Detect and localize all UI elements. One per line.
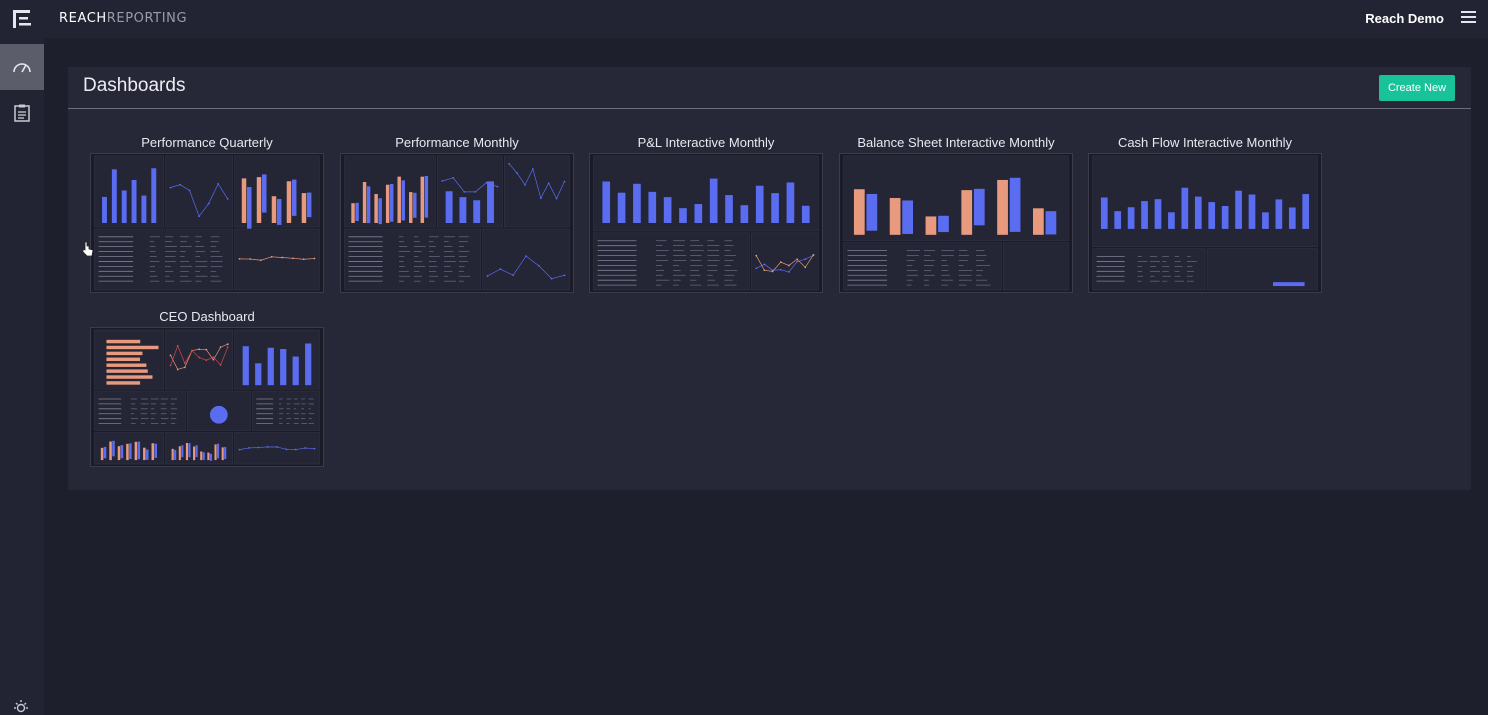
sidebar — [0, 38, 44, 715]
dashboard-card-ceo-dashboard[interactable]: CEO Dashboard — [90, 308, 324, 467]
dashboard-thumbnail — [589, 153, 823, 293]
divider — [68, 108, 1471, 109]
dashboard-thumbnail — [1088, 153, 1322, 293]
sun-icon[interactable] — [12, 697, 30, 715]
dashboard-card-cash-flow-interactive-monthly[interactable]: Cash Flow Interactive Monthly — [1088, 134, 1322, 293]
dashboard-title: Performance Quarterly — [141, 135, 273, 150]
hamburger-menu-icon[interactable] — [1461, 11, 1476, 25]
dashboard-thumbnail — [90, 327, 324, 467]
thumbnail-preview — [94, 155, 320, 291]
brand-name-bold: REACH — [59, 11, 107, 26]
thumbnail-preview — [94, 329, 320, 465]
dashboard-card-pl-interactive-monthly[interactable]: P&L Interactive Monthly — [589, 134, 823, 293]
dashboard-card-performance-quarterly[interactable]: Performance Quarterly — [90, 134, 324, 293]
thumbnail-preview — [344, 155, 570, 291]
thumbnail-preview — [593, 155, 819, 291]
sidebar-item-dashboards[interactable] — [0, 44, 44, 90]
dashboard-card-performance-monthly[interactable]: Performance Monthly — [340, 134, 574, 293]
top-bar: REACHREPORTING Reach Demo — [0, 0, 1488, 38]
sidebar-item-reports[interactable] — [0, 90, 44, 136]
dashboard-thumbnail — [839, 153, 1073, 293]
dashboard-thumbnail — [340, 153, 574, 293]
dashboard-card-balance-sheet-interactive-monthly[interactable]: Balance Sheet Interactive Monthly — [839, 134, 1073, 293]
clipboard-icon — [14, 104, 30, 122]
brand-name: REACHREPORTING — [59, 11, 187, 26]
user-name[interactable]: Reach Demo — [1365, 11, 1444, 26]
dashboard-title: Performance Monthly — [395, 135, 519, 150]
create-new-button[interactable]: Create New — [1379, 75, 1455, 101]
dashboard-thumbnail — [90, 153, 324, 293]
dashboard-title: P&L Interactive Monthly — [637, 135, 775, 150]
dashboard-title: Cash Flow Interactive Monthly — [1117, 135, 1293, 150]
dashboard-title: CEO Dashboard — [159, 309, 255, 324]
thumbnail-preview — [1092, 155, 1318, 291]
page-title: Dashboards — [83, 75, 186, 96]
thumbnail-preview — [843, 155, 1069, 291]
logo-icon[interactable] — [12, 9, 32, 29]
speedometer-icon — [13, 63, 31, 73]
brand-name-light: REPORTING — [106, 11, 188, 26]
hand-cursor-icon — [82, 241, 94, 257]
dashboards-panel: Dashboards Create New Performance Quarte… — [68, 67, 1471, 490]
dashboard-title: Balance Sheet Interactive Monthly — [857, 135, 1055, 150]
